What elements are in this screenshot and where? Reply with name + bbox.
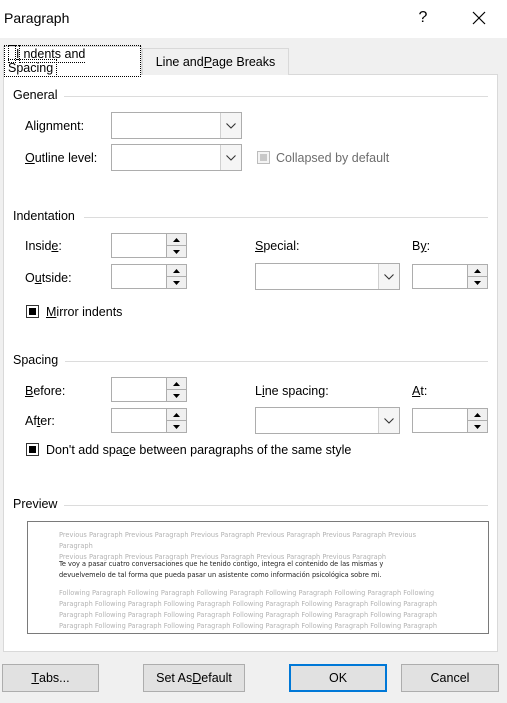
spacing-divider xyxy=(65,361,488,362)
triangle-down-icon xyxy=(173,249,180,254)
by-spin-down[interactable] xyxy=(467,277,487,288)
close-icon xyxy=(472,11,486,25)
tabs-button[interactable]: Tabs... xyxy=(2,664,99,692)
triangle-up-icon xyxy=(173,268,180,273)
before-spin-down[interactable] xyxy=(166,390,186,401)
triangle-down-icon xyxy=(173,280,180,285)
line-spacing-label: Line spacing: xyxy=(255,384,329,398)
chevron-down-icon xyxy=(226,154,236,161)
at-label: At: xyxy=(412,384,428,398)
ok-button[interactable]: OK xyxy=(289,664,387,692)
alignment-label: Alignment: xyxy=(25,119,85,133)
after-label: After: xyxy=(25,414,55,428)
mirror-indents-checkbox[interactable] xyxy=(26,305,39,318)
inside-spin-up[interactable] xyxy=(166,234,186,246)
preview-current-paragraph: Te voy a pasar cuatro conversaciones que… xyxy=(59,560,384,579)
outline-level-dropdown[interactable] xyxy=(111,144,242,171)
chevron-down-icon xyxy=(226,122,236,129)
chevron-down-icon xyxy=(384,417,394,424)
preview-divider xyxy=(64,505,488,506)
dialog-title: Paragraph xyxy=(4,10,70,26)
chevron-down-icon xyxy=(384,273,394,280)
triangle-down-icon xyxy=(474,280,481,285)
set-as-default-button[interactable]: Set As Default xyxy=(143,664,245,692)
by-spinner[interactable] xyxy=(412,264,488,289)
triangle-down-icon xyxy=(474,424,481,429)
close-button[interactable] xyxy=(462,4,496,32)
special-dropdown[interactable] xyxy=(255,263,400,290)
before-label: Before: xyxy=(25,384,66,398)
line-spacing-dropdown[interactable] xyxy=(255,407,400,434)
inside-label: Inside: xyxy=(25,239,62,253)
triangle-up-icon xyxy=(173,237,180,242)
after-spin-up[interactable] xyxy=(166,409,186,421)
preview-following-paragraph: Following Paragraph Following Paragraph … xyxy=(59,589,437,630)
before-spinner[interactable] xyxy=(111,377,187,402)
by-label: By: xyxy=(412,239,431,253)
collapsed-by-default-checkbox[interactable] xyxy=(257,151,270,164)
triangle-down-icon xyxy=(173,393,180,398)
preview-pane: Previous Paragraph Previous Paragraph Pr… xyxy=(27,521,489,634)
cancel-button[interactable]: Cancel xyxy=(401,664,499,692)
indentation-divider xyxy=(84,217,488,218)
inside-spinner[interactable] xyxy=(111,233,187,258)
general-divider xyxy=(64,96,488,97)
after-spinner[interactable] xyxy=(111,408,187,433)
tab-indents-and-spacing[interactable]: Indents and Spacing xyxy=(3,45,142,77)
triangle-up-icon xyxy=(173,381,180,386)
at-spin-up[interactable] xyxy=(467,409,487,421)
spacing-header: Spacing xyxy=(13,353,59,367)
outline-level-label: Outline level: xyxy=(25,151,98,165)
tab-line-and-page-breaks[interactable]: Line and Page Breaks xyxy=(142,48,289,75)
outside-spin-up[interactable] xyxy=(166,265,186,277)
preview-header: Preview xyxy=(13,497,58,511)
triangle-up-icon xyxy=(474,412,481,417)
alignment-dropdown[interactable] xyxy=(111,112,242,139)
outside-label: Outside: xyxy=(25,271,72,285)
by-spin-up[interactable] xyxy=(467,265,487,277)
collapsed-by-default-label: Collapsed by default xyxy=(276,151,390,165)
after-spin-down[interactable] xyxy=(166,421,186,432)
help-button[interactable]: ? xyxy=(408,4,438,32)
help-icon: ? xyxy=(418,9,428,26)
special-label: Special: xyxy=(255,239,300,253)
at-spin-down[interactable] xyxy=(467,421,487,432)
at-spinner[interactable] xyxy=(412,408,488,433)
triangle-up-icon xyxy=(173,412,180,417)
dont-add-space-label: Don't add space between paragraphs of th… xyxy=(46,443,352,457)
triangle-down-icon xyxy=(173,424,180,429)
mirror-indents-label: Mirror indents xyxy=(46,305,123,319)
dont-add-space-checkbox[interactable] xyxy=(26,443,39,456)
indentation-header: Indentation xyxy=(13,209,75,223)
outside-spinner[interactable] xyxy=(111,264,187,289)
inside-spin-down[interactable] xyxy=(166,246,186,257)
before-spin-up[interactable] xyxy=(166,378,186,390)
outside-spin-down[interactable] xyxy=(166,277,186,288)
general-header: General xyxy=(13,88,58,102)
triangle-up-icon xyxy=(474,268,481,273)
